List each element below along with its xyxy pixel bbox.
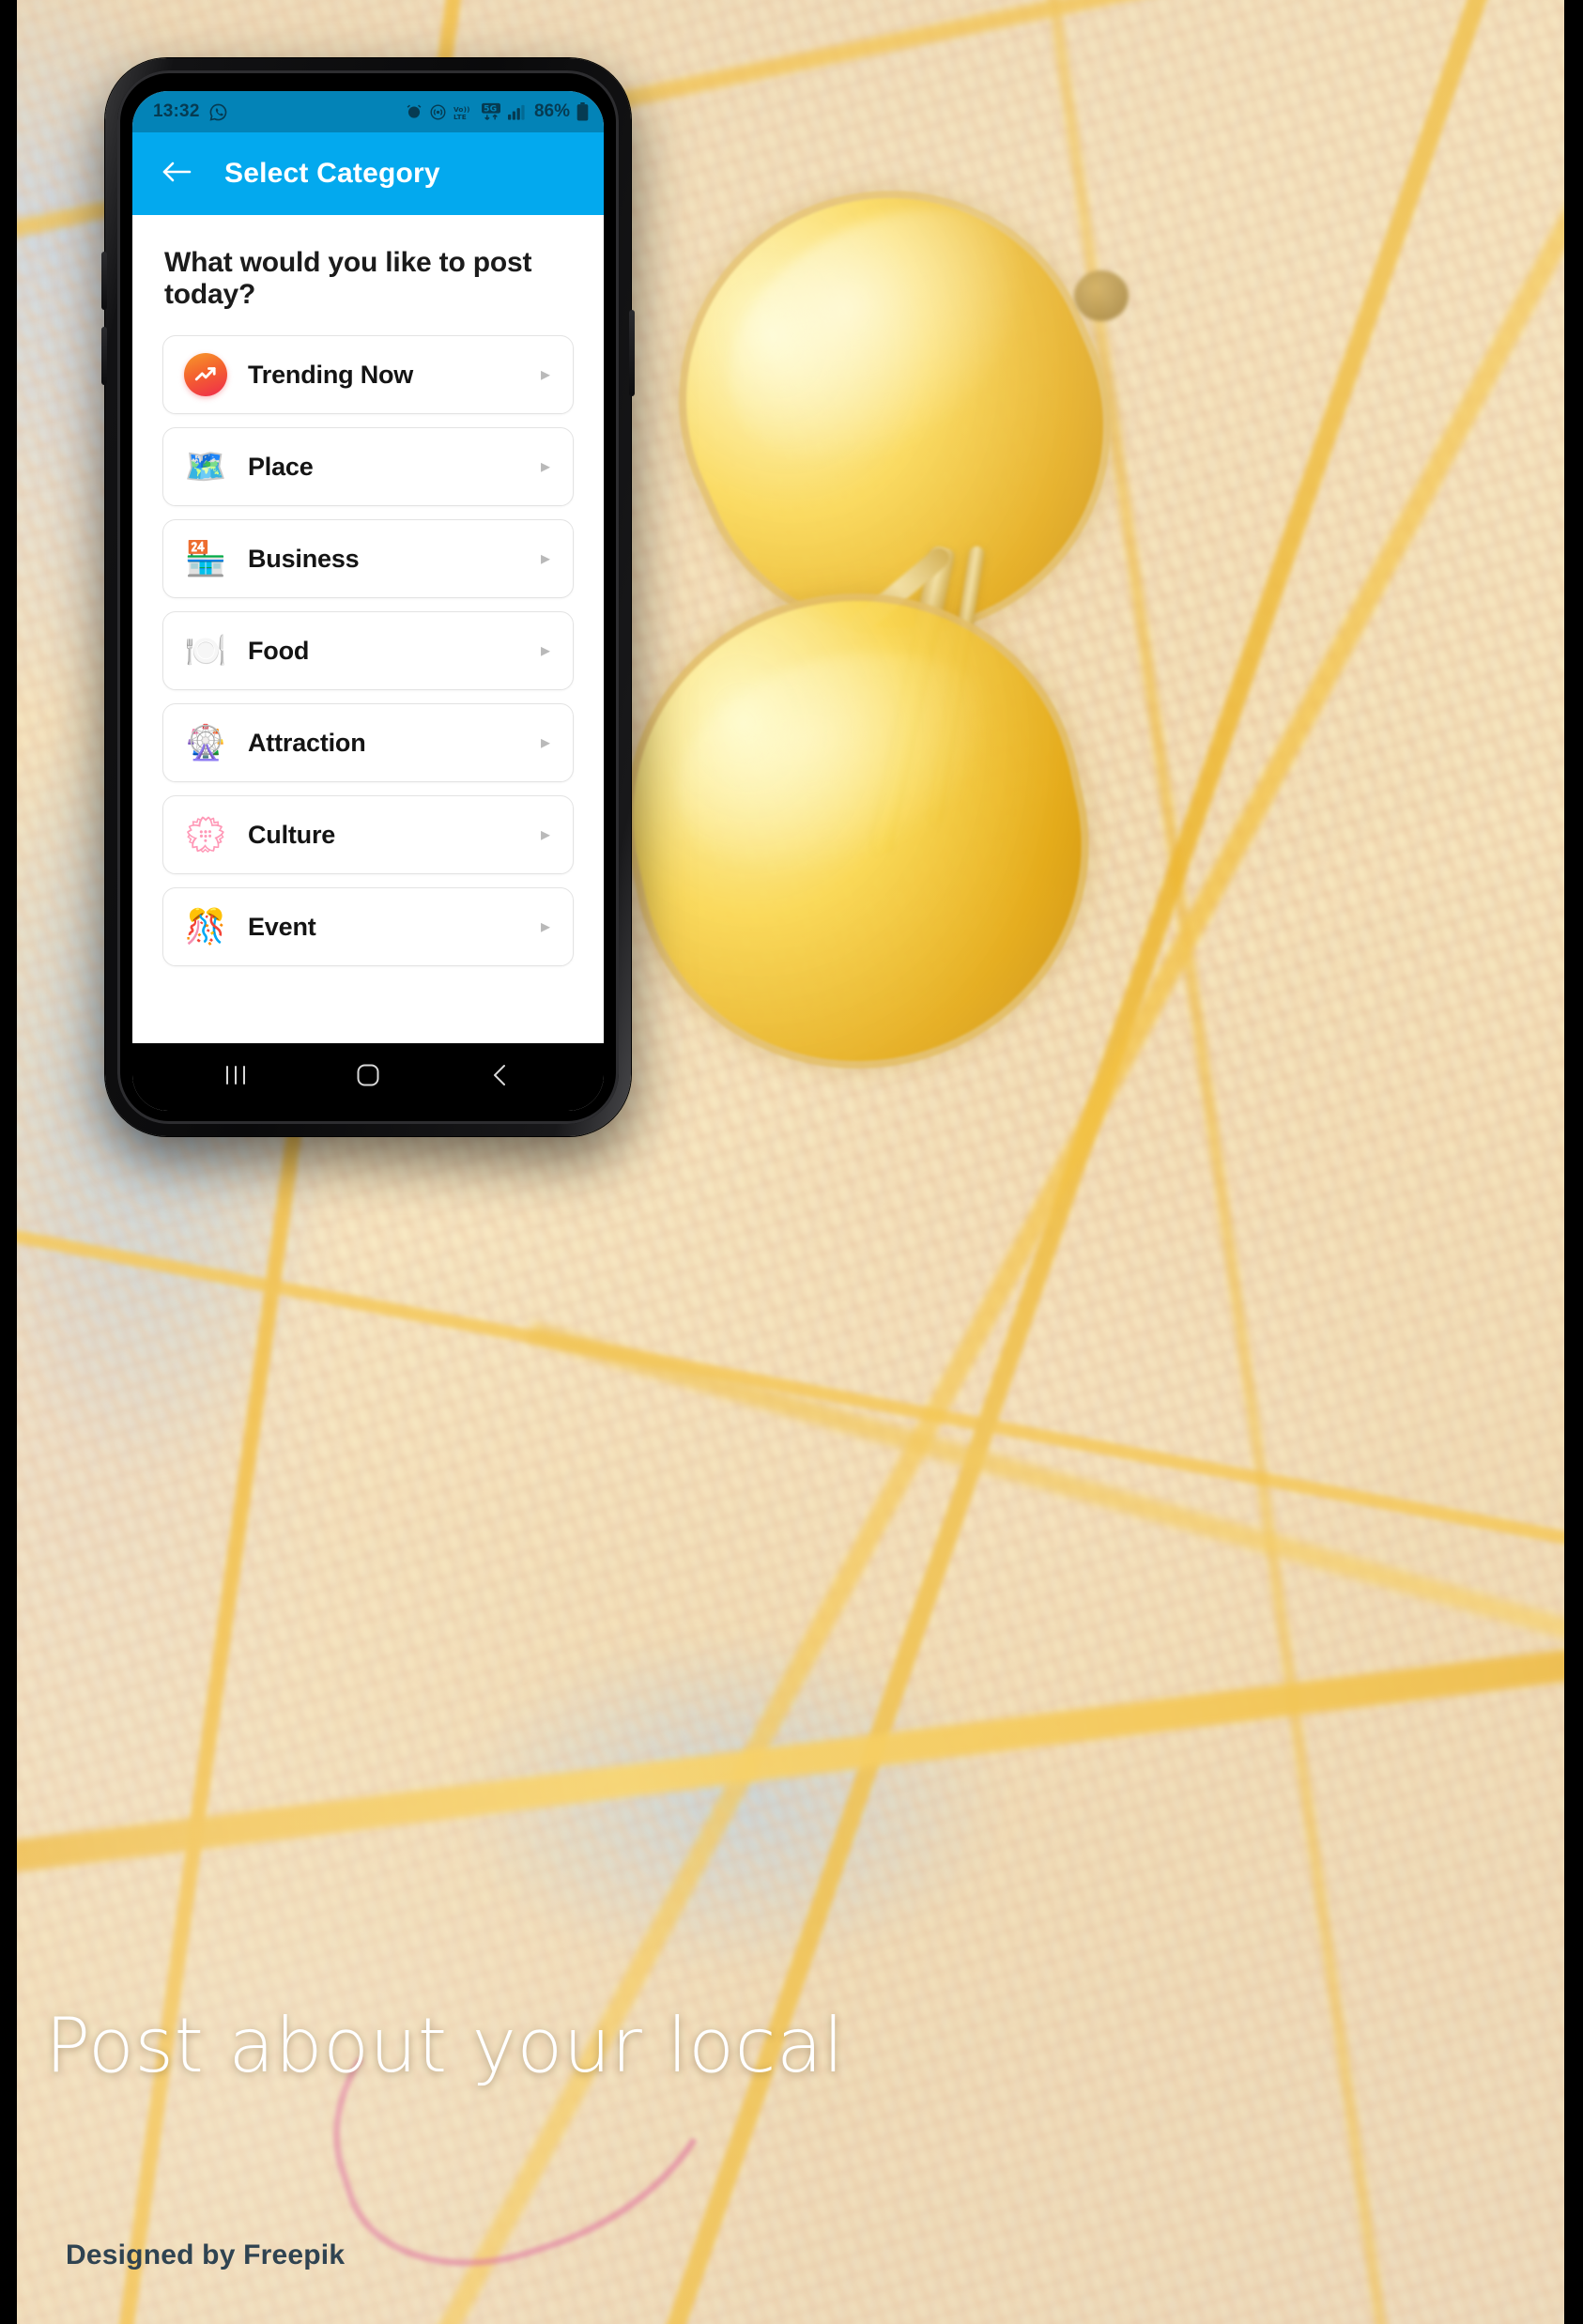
map-pin-icon: 🗺️ bbox=[184, 447, 227, 485]
category-label: Business bbox=[248, 544, 360, 573]
rosette-flower-icon: 💮 bbox=[184, 815, 227, 854]
svg-text:LTE: LTE bbox=[453, 112, 467, 120]
back-button[interactable] bbox=[159, 156, 194, 192]
volume-down-button[interactable] bbox=[101, 327, 107, 385]
home-square-icon bbox=[356, 1063, 380, 1092]
category-card-place[interactable]: 🗺️ Place ▸ bbox=[162, 427, 574, 506]
svg-text:5G: 5G bbox=[484, 104, 497, 115]
chevron-back-icon bbox=[490, 1063, 511, 1092]
android-nav-bar bbox=[132, 1043, 604, 1111]
signal-icon bbox=[507, 103, 528, 120]
freepik-credit: Designed by Freepik bbox=[66, 2239, 346, 2270]
content-heading: What would you like to post today? bbox=[164, 247, 532, 310]
category-label: Trending Now bbox=[248, 360, 414, 389]
category-card-attraction[interactable]: 🎡 Attraction ▸ bbox=[162, 703, 574, 782]
whatsapp-icon bbox=[208, 102, 228, 122]
arrow-left-icon bbox=[161, 160, 192, 189]
category-label: Place bbox=[248, 452, 314, 481]
status-bar-right: Vo)) LTE 5G 86% bbox=[406, 101, 589, 122]
storefront-icon: 🏪 bbox=[184, 539, 227, 577]
5g-icon: 5G bbox=[481, 102, 501, 121]
letterbox-left bbox=[0, 0, 17, 2324]
bunting-crowd-icon: 🎊 bbox=[184, 907, 227, 946]
category-card-food[interactable]: 🍽️ Food ▸ bbox=[162, 611, 574, 690]
home-button[interactable] bbox=[326, 1043, 410, 1111]
alarm-icon bbox=[406, 103, 423, 120]
content-area: What would you like to post today? Trend… bbox=[132, 215, 604, 1043]
chevron-right-icon: ▸ bbox=[540, 732, 550, 753]
chevron-right-icon: ▸ bbox=[540, 456, 550, 477]
phone-mockup: 13:32 Vo)) LTE 5G 86% Select Category Wh… bbox=[105, 58, 631, 1136]
tagline-text: Post about your local bbox=[45, 2002, 845, 2089]
status-bar-time: 13:32 bbox=[153, 101, 200, 121]
category-card-business[interactable]: 🏪 Business ▸ bbox=[162, 519, 574, 598]
hotspot-icon bbox=[429, 103, 447, 121]
trending-up-badge-icon bbox=[184, 353, 227, 396]
phone-screen: 13:32 Vo)) LTE 5G 86% Select Category Wh… bbox=[132, 91, 604, 1111]
page-title: Select Category bbox=[224, 158, 440, 189]
ferris-wheel-icon: 🎡 bbox=[184, 723, 227, 762]
category-label: Food bbox=[248, 636, 310, 665]
category-card-culture[interactable]: 💮 Culture ▸ bbox=[162, 795, 574, 874]
status-bar: 13:32 Vo)) LTE 5G 86% bbox=[132, 91, 604, 132]
power-button[interactable] bbox=[629, 310, 635, 396]
volume-up-button[interactable] bbox=[101, 252, 107, 310]
chevron-right-icon: ▸ bbox=[540, 548, 550, 569]
back-nav-button[interactable] bbox=[458, 1043, 543, 1111]
category-label: Culture bbox=[248, 820, 336, 849]
chevron-right-icon: ▸ bbox=[540, 364, 550, 385]
phone-bezel: 13:32 Vo)) LTE 5G 86% Select Category Wh… bbox=[117, 70, 619, 1124]
status-bar-left: 13:32 bbox=[153, 101, 228, 122]
category-label: Event bbox=[248, 912, 316, 941]
chevron-right-icon: ▸ bbox=[540, 916, 550, 937]
plate-cutlery-icon: 🍽️ bbox=[184, 631, 227, 669]
category-label: Attraction bbox=[248, 728, 366, 757]
chevron-right-icon: ▸ bbox=[540, 640, 550, 661]
battery-percent-label: 86% bbox=[533, 101, 570, 121]
app-bar: Select Category bbox=[132, 132, 604, 215]
battery-full-icon bbox=[576, 102, 589, 121]
recents-icon bbox=[223, 1064, 248, 1091]
category-card-trending-now[interactable]: Trending Now ▸ bbox=[162, 335, 574, 414]
category-card-event[interactable]: 🎊 Event ▸ bbox=[162, 887, 574, 966]
chevron-right-icon: ▸ bbox=[540, 824, 550, 845]
recents-button[interactable] bbox=[193, 1043, 278, 1111]
letterbox-right bbox=[1564, 0, 1583, 2324]
volte-icon: Vo)) LTE bbox=[453, 103, 474, 121]
